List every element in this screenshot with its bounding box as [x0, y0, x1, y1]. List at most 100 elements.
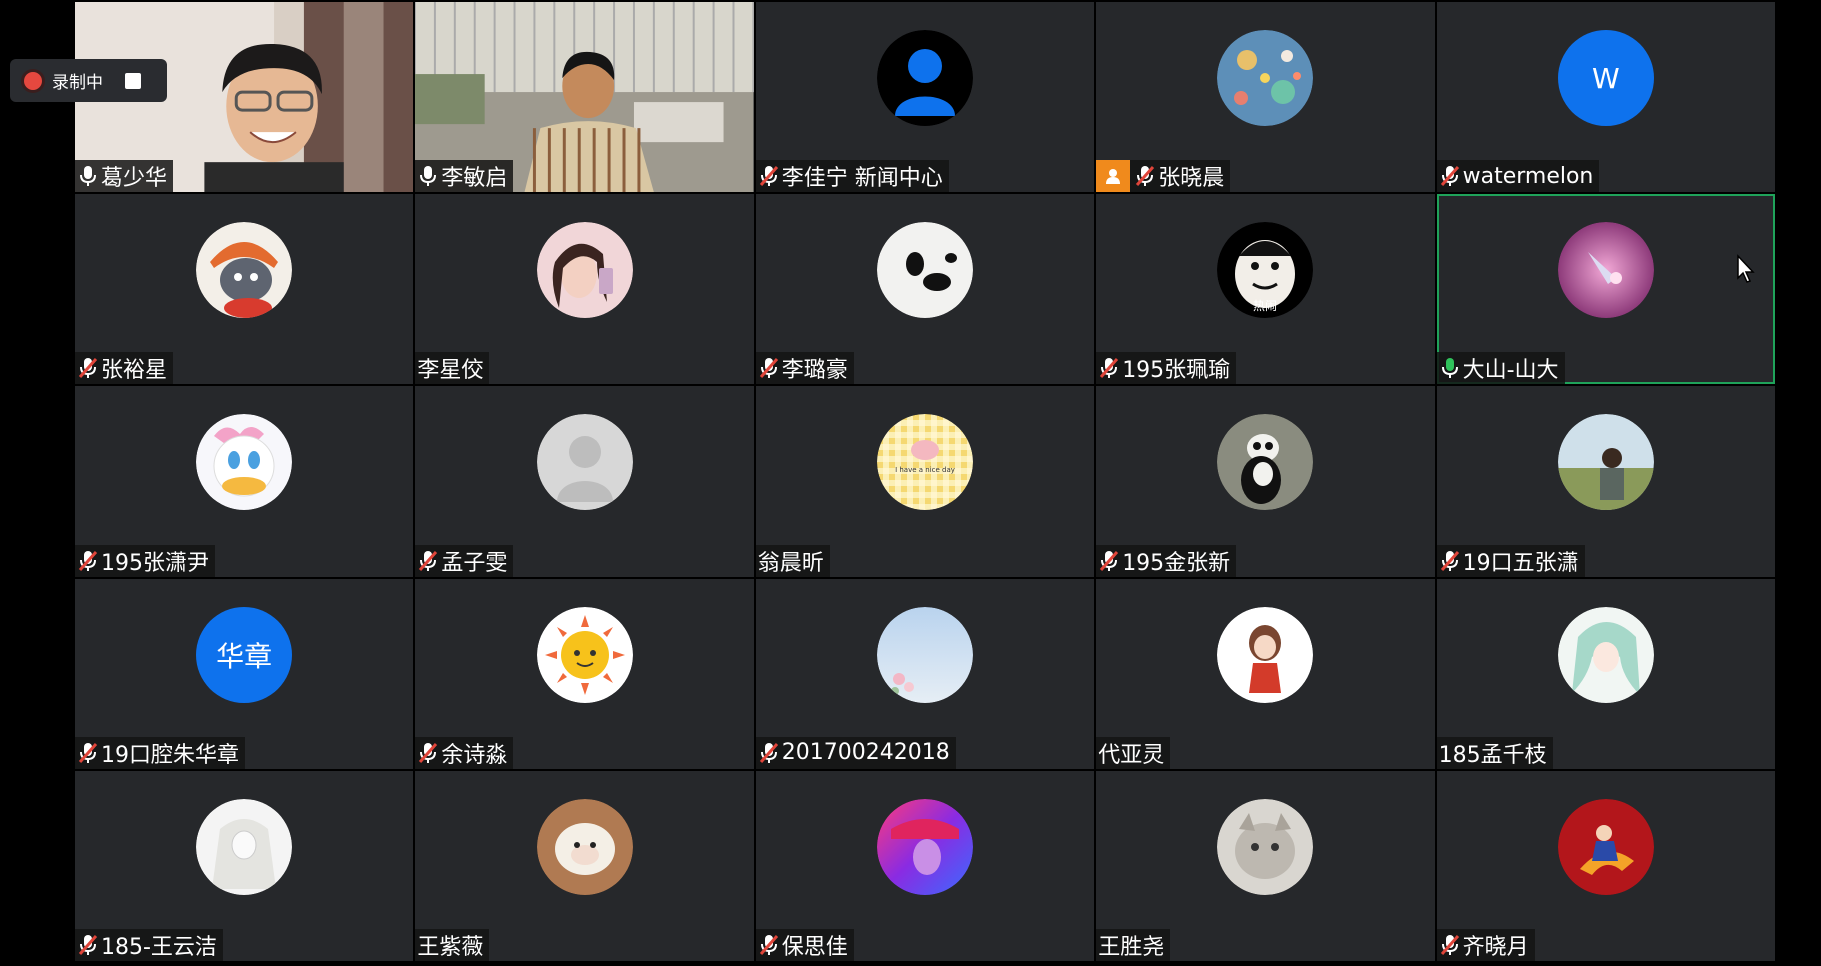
participant-avatar [536, 222, 633, 319]
participant-tile[interactable]: 195金张新 [1096, 386, 1435, 577]
participant-name-label: 王胜尧 [1096, 928, 1171, 961]
stop-recording-button[interactable] [125, 72, 141, 89]
mic-muted-icon [417, 549, 441, 573]
participant-avatar [196, 798, 293, 895]
participant-name-label: 葛少华 [75, 160, 174, 193]
mic-muted-icon [758, 741, 782, 765]
participant-name: 185孟千枝 [1438, 742, 1547, 768]
participant-tile[interactable]: 19口五张潇 [1436, 386, 1775, 577]
participant-name-label: 李敏启 [415, 160, 514, 193]
participant-name: 19口腔朱华章 [101, 742, 239, 768]
mic-muted-icon [417, 741, 441, 765]
user-icon [1096, 160, 1131, 193]
participant-tile[interactable]: 孟子雯 [415, 386, 754, 577]
participant-name-label: 齐晓月 [1436, 928, 1535, 961]
mouse-cursor-icon [1737, 254, 1755, 283]
participant-tile[interactable]: 代亚灵 [1096, 578, 1435, 769]
participant-avatar [536, 798, 633, 895]
participant-tile[interactable]: 185-王云洁 [75, 770, 414, 961]
participant-name-label: 185孟千枝 [1436, 736, 1553, 769]
participant-avatar [196, 414, 293, 511]
mic-muted-icon [1439, 933, 1463, 957]
participant-name-label: 孟子雯 [415, 544, 514, 577]
participant-name-label: 王紫薇 [415, 928, 490, 961]
participant-name: 李星佼 [417, 358, 484, 384]
participant-avatar [1217, 30, 1314, 127]
participant-name: 翁晨昕 [757, 550, 824, 576]
participant-name-label: 19口五张潇 [1436, 544, 1585, 577]
participant-tile[interactable]: I have a nice day 翁晨昕 [755, 386, 1095, 577]
participant-tile[interactable]: 余诗淼 [415, 578, 754, 769]
participant-name: 185-王云洁 [101, 934, 217, 960]
participant-avatar [196, 222, 293, 319]
mic-muted-icon [758, 933, 782, 957]
participant-name-label: 余诗淼 [415, 736, 514, 769]
participant-avatar [1217, 606, 1314, 703]
participant-name-label: 195张潇尹 [75, 544, 215, 577]
participant-tile[interactable]: 李敏启 [415, 2, 754, 193]
participant-name: 195张潇尹 [101, 550, 209, 576]
participant-tile[interactable]: 热闹 195张珮瑜 [1096, 194, 1435, 385]
participant-avatar [876, 30, 973, 127]
mic-icon [417, 164, 441, 188]
participant-avatar [536, 414, 633, 511]
participant-tile[interactable]: 大山-山大 [1436, 194, 1775, 385]
participant-tile[interactable]: 李佳宁 新闻中心 [755, 2, 1095, 193]
participant-avatar [1557, 606, 1654, 703]
participant-name-label: 201700242018 [755, 736, 956, 769]
participant-name-label: watermelon [1436, 160, 1600, 193]
participant-name: 201700242018 [781, 740, 950, 766]
svg-text:热闹: 热闹 [1253, 299, 1277, 313]
participant-name-label: 李佳宁 新闻中心 [755, 160, 949, 193]
participant-name: 王紫薇 [417, 934, 484, 960]
mic-icon [1439, 356, 1463, 380]
participant-name-label: 195张珮瑜 [1096, 352, 1237, 385]
participant-tile[interactable]: 保思佳 [755, 770, 1095, 961]
participant-avatar [1557, 414, 1654, 511]
participant-name: 葛少华 [101, 166, 168, 192]
participant-name: 张裕星 [101, 358, 168, 384]
recording-label: 录制中 [52, 73, 103, 93]
participant-name-label: 大山-山大 [1436, 352, 1565, 385]
participant-name: 19口五张潇 [1462, 550, 1579, 576]
participant-avatar [876, 798, 973, 895]
participant-name: 余诗淼 [441, 742, 508, 768]
participant-tile[interactable]: 201700242018 [755, 578, 1095, 769]
participant-tile[interactable]: 王紫薇 [415, 770, 754, 961]
participant-tile[interactable]: 185孟千枝 [1436, 578, 1775, 769]
participant-tile[interactable]: Wwatermelon [1436, 2, 1775, 193]
mic-muted-icon [1098, 549, 1122, 573]
recording-indicator[interactable]: 录制中 [10, 59, 167, 102]
participant-name: 195金张新 [1122, 550, 1231, 576]
participant-name-label: 保思佳 [755, 928, 854, 961]
participant-name: 李敏启 [441, 166, 508, 192]
video-grid: 葛少华 李敏启 李佳宁 新闻中心 张晓晨 Wwatermelon 张裕星 李星佼 李璐豪 热闹 1… [75, 2, 1775, 961]
participant-tile[interactable]: 华章 19口腔朱华章 [75, 578, 414, 769]
participant-name: watermelon [1462, 163, 1594, 189]
participant-tile[interactable]: 李星佼 [415, 194, 754, 385]
participant-name-label: 张裕星 [75, 352, 174, 385]
participant-name-label: 张晓晨 [1096, 160, 1231, 193]
participant-tile[interactable]: 195张潇尹 [75, 386, 414, 577]
participant-name-label: 185-王云洁 [75, 928, 223, 961]
participant-name-label: 李星佼 [415, 352, 490, 385]
mic-icon [77, 164, 101, 188]
participant-tile[interactable]: 齐晓月 [1436, 770, 1775, 961]
participant-name-label: 代亚灵 [1096, 736, 1171, 769]
mic-muted-icon [1439, 549, 1463, 573]
participant-name-label: 195金张新 [1096, 544, 1237, 577]
participant-tile[interactable]: 张晓晨 [1096, 2, 1435, 193]
svg-text:I have a nice day: I have a nice day [895, 466, 955, 474]
participant-tile[interactable]: 王胜尧 [1096, 770, 1435, 961]
participant-name-label: 李璐豪 [755, 352, 854, 385]
participant-name: 王胜尧 [1098, 934, 1165, 960]
participant-name: 保思佳 [781, 934, 848, 960]
participant-tile[interactable]: 李璐豪 [755, 194, 1095, 385]
participant-avatar [876, 606, 973, 703]
avatar-initial: 华章 [216, 639, 273, 673]
participant-avatar [536, 606, 633, 703]
participant-name: 大山-山大 [1462, 358, 1559, 384]
participant-tile[interactable]: 张裕星 [75, 194, 414, 385]
participant-name: 齐晓月 [1462, 934, 1529, 960]
participant-avatar [1217, 798, 1314, 895]
